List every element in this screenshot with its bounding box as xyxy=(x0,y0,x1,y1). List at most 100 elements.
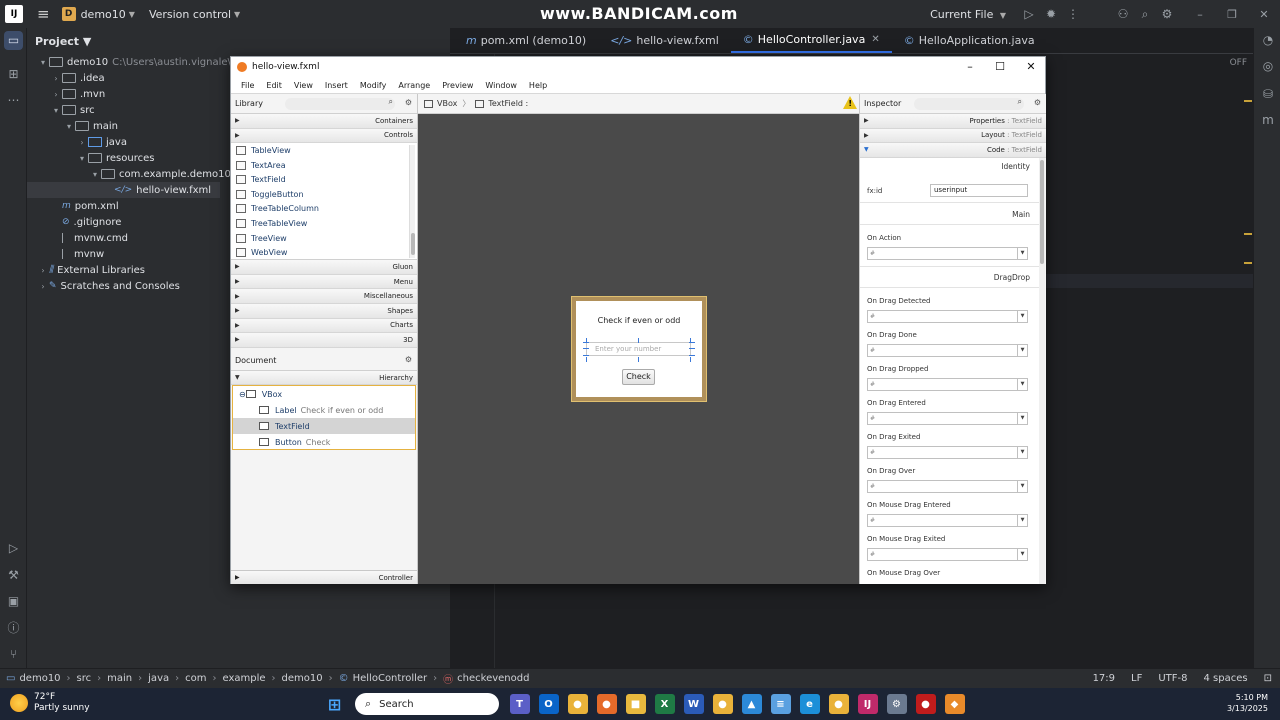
breadcrumb-textfield[interactable]: TextField : xyxy=(488,99,528,108)
maximize-icon[interactable]: ☐ xyxy=(985,57,1015,77)
project-panel-header[interactable]: Project ▼ xyxy=(27,28,450,54)
chrome3-icon[interactable]: ● xyxy=(828,694,849,714)
library-category-gluon[interactable]: ▶ Gluon xyxy=(231,260,417,275)
resize-handle[interactable] xyxy=(689,348,695,349)
intellij-icon[interactable]: IJ xyxy=(857,694,878,714)
resize-handle[interactable] xyxy=(586,338,587,343)
menu-view[interactable]: View xyxy=(294,81,313,90)
excel-icon[interactable]: X xyxy=(654,694,675,714)
chevron-down-icon[interactable]: ▼ xyxy=(1017,248,1027,259)
tree-item[interactable]: </> hello-view.fxml xyxy=(27,182,220,198)
breadcrumb-item[interactable]: java xyxy=(148,673,169,684)
scrollbar-thumb[interactable] xyxy=(411,233,415,256)
chevron-down-icon[interactable]: ▾ xyxy=(76,154,88,163)
controller-section[interactable]: ▶ Controller xyxy=(231,570,417,584)
gear-icon[interactable]: ⚙ xyxy=(1034,98,1041,107)
preview-vbox[interactable]: Check if even or odd Enter your number C… xyxy=(572,297,706,401)
chevron-down-icon[interactable]: ▼ xyxy=(1017,345,1027,356)
gear-icon[interactable]: ⚙ xyxy=(405,98,412,107)
minimize-icon[interactable]: – xyxy=(1184,8,1216,21)
editor-tab[interactable]: </> hello-view.fxml xyxy=(598,27,731,53)
debug-icon[interactable]: ✹ xyxy=(1040,7,1062,21)
notepad-icon[interactable]: ≡ xyxy=(770,694,791,714)
library-item[interactable]: TreeTableView xyxy=(231,216,417,231)
preview-check-button[interactable]: Check xyxy=(622,369,655,385)
outlook-icon[interactable]: O xyxy=(538,694,559,714)
more-tools-icon[interactable]: ⋯ xyxy=(4,91,23,110)
minimize-icon[interactable]: – xyxy=(955,57,985,77)
chrome2-icon[interactable]: ● xyxy=(712,694,733,714)
taskbar-search[interactable]: ⌕ Search xyxy=(355,693,499,715)
explorer-icon[interactable]: ■ xyxy=(625,694,646,714)
settings-icon[interactable]: ⚙ xyxy=(886,694,907,714)
chevron-right-icon[interactable]: › xyxy=(76,138,88,147)
version-control-menu[interactable]: Version control xyxy=(149,8,231,21)
chevron-right-icon[interactable]: › xyxy=(50,74,62,83)
chevron-down-icon[interactable]: ▾ xyxy=(50,106,62,115)
chevron-down-icon[interactable]: ▼ xyxy=(1017,549,1027,560)
library-category-menu[interactable]: ▶ Menu xyxy=(231,274,417,290)
hierarchy-node[interactable]: Button Check xyxy=(233,434,415,450)
library-item[interactable]: TableView xyxy=(231,143,417,158)
menu-modify[interactable]: Modify xyxy=(360,81,387,90)
breadcrumb-item[interactable]: example xyxy=(222,673,265,684)
inspector-section-layout[interactable]: ▶ Layout : TextField xyxy=(860,128,1046,144)
project-switcher[interactable]: demo10 xyxy=(81,8,126,21)
ai-assistant-icon[interactable]: ◎ xyxy=(1259,57,1277,75)
inspector-section-code[interactable]: ▼ Code : TextField xyxy=(860,143,1046,158)
resize-handle[interactable] xyxy=(690,357,691,362)
breadcrumb-item[interactable]: src xyxy=(77,673,92,684)
line-separator[interactable]: LF xyxy=(1131,673,1142,684)
library-category-charts[interactable]: ▶ Charts xyxy=(231,318,417,334)
restore-icon[interactable]: ❐ xyxy=(1216,8,1248,21)
chevron-right-icon[interactable]: › xyxy=(50,90,62,99)
search-icon[interactable]: ⌕ xyxy=(1134,7,1156,22)
menu-file[interactable]: File xyxy=(241,81,254,90)
library-item[interactable]: TreeTableColumn xyxy=(231,202,417,217)
maven-icon[interactable]: m xyxy=(1259,111,1277,129)
event-handler-combo[interactable]: # ▼ xyxy=(867,378,1028,391)
chevron-right-icon[interactable]: › xyxy=(37,282,49,291)
photos-icon[interactable]: ▲ xyxy=(741,694,762,714)
collapse-icon[interactable]: ⊖ xyxy=(239,390,246,399)
menu-insert[interactable]: Insert xyxy=(325,81,348,90)
chevron-right-icon[interactable]: › xyxy=(37,266,49,275)
event-handler-combo[interactable]: # ▼ xyxy=(867,344,1028,357)
library-category-controls[interactable]: ▶ Controls xyxy=(231,128,417,144)
library-item[interactable]: TextArea xyxy=(231,158,417,173)
settings-gear-icon[interactable]: ⚙ xyxy=(1156,7,1178,21)
close-tab-icon[interactable]: ✕ xyxy=(871,34,879,45)
breadcrumb-item[interactable]: HelloController xyxy=(353,673,428,684)
terminal-icon[interactable]: ▣ xyxy=(4,592,23,611)
git-icon[interactable]: ⑂ xyxy=(4,645,23,664)
build-hammer-icon[interactable]: ⚒ xyxy=(4,566,23,585)
library-category-shapes[interactable]: ▶ Shapes xyxy=(231,303,417,319)
editor-tab[interactable]: © HelloController.java ✕ xyxy=(730,27,892,53)
chevron-down-icon[interactable]: ▼ xyxy=(1017,413,1027,424)
gear-icon[interactable]: ⚙ xyxy=(405,355,412,364)
hierarchy-section[interactable]: ▼ Hierarchy xyxy=(231,370,417,386)
add-user-icon[interactable]: ⚇ xyxy=(1112,7,1134,21)
resize-handle[interactable] xyxy=(689,355,695,356)
event-handler-combo[interactable]: # ▼ xyxy=(867,480,1028,493)
breadcrumb-item[interactable]: demo10 xyxy=(19,673,60,684)
weather-widget[interactable]: 72°F Partly sunny xyxy=(10,692,90,714)
breadcrumb-item[interactable]: checkevenodd xyxy=(457,673,529,684)
word-icon[interactable]: W xyxy=(683,694,704,714)
chevron-down-icon[interactable]: ▼ xyxy=(1017,515,1027,526)
teams-icon[interactable]: T xyxy=(509,694,530,714)
inspector-scrollbar[interactable] xyxy=(1039,158,1045,584)
resize-handle[interactable] xyxy=(586,357,587,362)
resize-handle[interactable] xyxy=(583,348,589,349)
indent-setting[interactable]: 4 spaces xyxy=(1204,673,1248,684)
breadcrumb-item[interactable]: demo10 xyxy=(282,673,323,684)
breadcrumb-item[interactable]: main xyxy=(107,673,132,684)
chevron-down-icon[interactable]: ▾ xyxy=(63,122,75,131)
inspector-section-properties[interactable]: ▶ Properties : TextField xyxy=(860,114,1046,129)
run-tool-icon[interactable]: ▷ xyxy=(4,539,23,558)
problems-icon[interactable]: ⓘ xyxy=(4,619,23,638)
library-item[interactable]: WebView xyxy=(231,245,417,260)
fxid-field[interactable]: userinput xyxy=(930,184,1028,197)
project-folder-icon[interactable]: ▭ xyxy=(4,31,23,50)
scenebuilder-icon[interactable]: ◆ xyxy=(944,694,965,714)
